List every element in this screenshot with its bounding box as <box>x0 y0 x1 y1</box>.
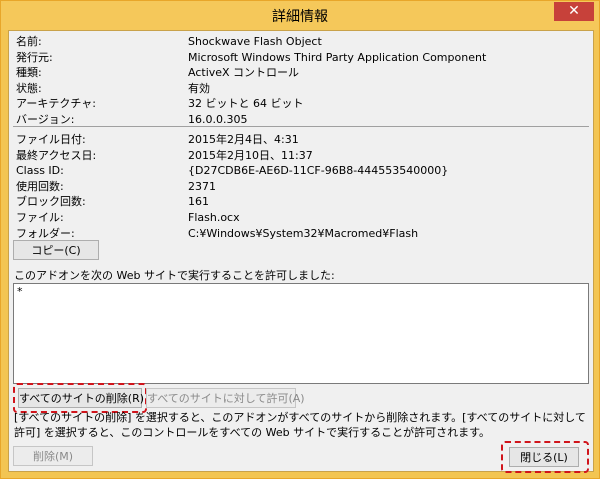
description-text: [すべてのサイトの削除] を選択すると、このアドオンがすべてのサイトから削除され… <box>14 411 586 439</box>
title-bar: 詳細情報 ✕ <box>1 1 599 30</box>
dialog-body: 名前: Shockwave Flash Object 発行元: Microsoft W… <box>8 30 594 473</box>
highlight-close <box>501 441 589 473</box>
info-key: 発行元: <box>16 50 53 64</box>
highlight-remove-all-sites <box>13 383 147 413</box>
divider <box>13 126 589 127</box>
info-key: ファイル日付: <box>16 133 86 146</box>
info-key: 使用回数: <box>16 179 64 193</box>
sites-list-item[interactable]: * <box>17 285 23 298</box>
info-key: Class ID: <box>16 164 64 178</box>
info-value: {D27CDB6E-AE6D-11CF-96B8-444553540000} <box>188 164 449 178</box>
info-key: バージョン: <box>16 113 75 126</box>
details-dialog: 詳細情報 ✕ 名前: Shockwave Flash Object 発行元: Micr… <box>0 0 600 479</box>
info-value: 有効 <box>188 81 210 95</box>
info-key: 最終アクセス日: <box>16 148 97 162</box>
close-icon[interactable]: ✕ <box>554 2 594 21</box>
info-value: Shockwave Flash Object <box>188 35 322 48</box>
info-value: Microsoft Windows Third Party Applicatio… <box>188 50 487 64</box>
info-value: Flash.ocx <box>188 211 240 224</box>
info-value: C:¥Windows¥System32¥Macromed¥Flash <box>188 226 419 240</box>
sites-label: このアドオンを次の Web サイトで実行することを許可しました: <box>14 269 335 282</box>
info-value: 2015年2月10日、11:37 <box>188 148 313 162</box>
info-value: ActiveX コントロール <box>188 66 300 80</box>
allow-all-sites-button[interactable]: すべてのサイトに対して許可(A) <box>146 388 305 408</box>
info-key: 種類: <box>16 66 42 80</box>
info-value: 16.0.0.305 <box>188 113 248 126</box>
info-key: 名前: <box>16 35 42 48</box>
info-key: ファイル: <box>16 211 64 224</box>
info-value: 161 <box>188 195 209 209</box>
info-key: フォルダー: <box>16 226 75 240</box>
info-key: 状態: <box>16 81 42 95</box>
info-value: 2371 <box>188 179 216 193</box>
info-value: 32 ビットと 64 ビット <box>188 97 304 111</box>
info-value: 2015年2月4日、4:31 <box>188 133 299 146</box>
info-key: アーキテクチャ: <box>16 97 96 111</box>
sites-list[interactable]: * <box>13 283 589 384</box>
copy-button[interactable]: コピー(C) <box>13 240 99 260</box>
dialog-title: 詳細情報 <box>272 9 328 25</box>
remove-button[interactable]: 削除(M) <box>13 446 93 466</box>
info-key: ブロック回数: <box>16 195 86 209</box>
